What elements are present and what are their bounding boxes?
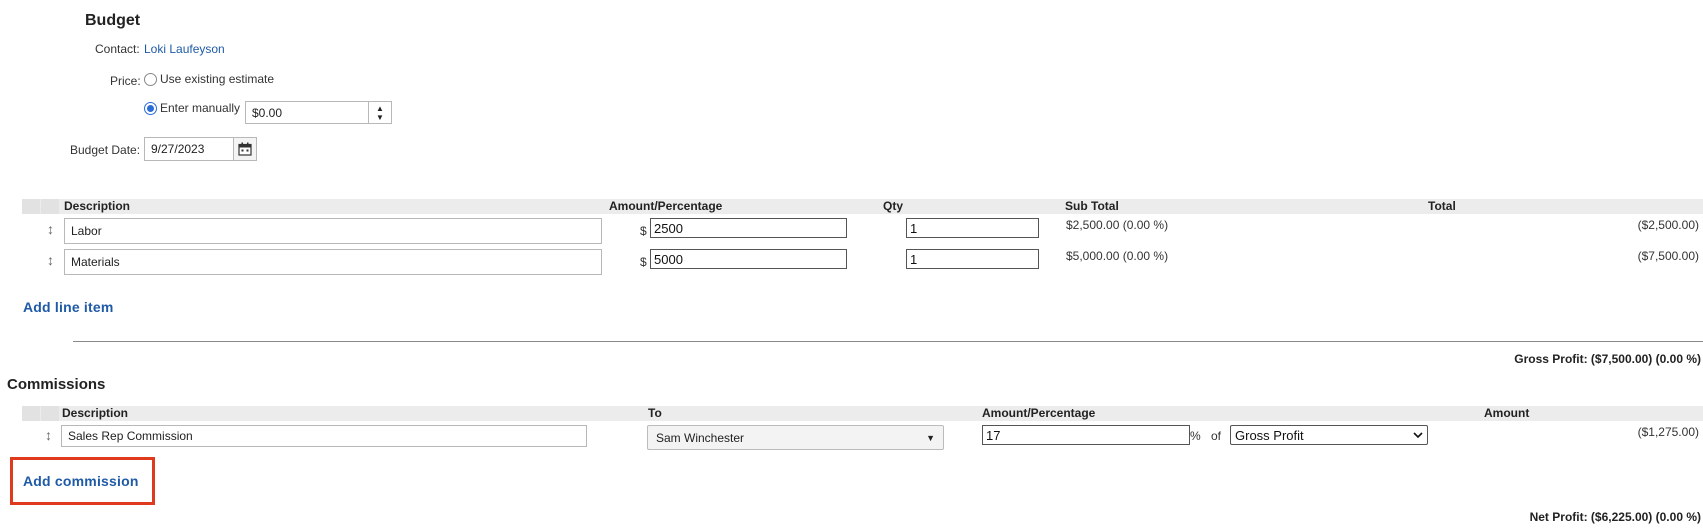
line-subtotal: $5,000.00 (0.00 %) — [1066, 249, 1169, 263]
enter-manually-radio[interactable] — [144, 101, 157, 115]
enter-manually-label: Enter manually — [160, 101, 241, 115]
col-total: Total — [1428, 199, 1456, 213]
line-total: ($7,500.00) — [1637, 249, 1699, 263]
calendar-icon — [238, 142, 252, 156]
gross-profit: Gross Profit: ($7,500.00) (0.00 %) — [1514, 352, 1701, 366]
line-subtotal: $2,500.00 (0.00 %) — [1066, 218, 1169, 232]
budget-date-input[interactable]: 9/27/2023 — [144, 137, 234, 161]
calendar-button[interactable] — [234, 137, 257, 161]
commissions-header: Description To Amount/Percentage Amount — [22, 406, 1703, 421]
col-amount-percentage: Amount/Percentage — [609, 199, 723, 213]
line-total: ($2,500.00) — [1637, 218, 1699, 232]
table-row: ↕ Materials $ 5000 1 $5,000.00 (0.00 %) … — [0, 248, 1703, 276]
line-description-input[interactable]: Labor — [64, 218, 602, 244]
price-option-manual[interactable]: Enter manually — [144, 101, 240, 115]
drag-handle-icon[interactable]: ↕ — [45, 428, 52, 442]
currency-symbol: $ — [640, 224, 647, 238]
manual-price-stepper[interactable]: $0.00 ▲ ▼ — [245, 101, 392, 124]
line-amount-input[interactable]: 5000 — [650, 249, 847, 269]
commission-percentage-input[interactable]: 17 — [982, 425, 1190, 445]
divider — [73, 341, 1703, 342]
contact-label: Contact: — [95, 42, 140, 56]
contact-link[interactable]: Loki Laufeyson — [144, 42, 225, 56]
col-to: To — [648, 406, 662, 420]
percent-sign: % — [1190, 429, 1201, 443]
add-line-item-button[interactable]: Add line item — [23, 299, 114, 315]
existing-estimate-radio[interactable] — [144, 72, 157, 86]
price-spinner[interactable]: ▲ ▼ — [369, 101, 392, 124]
commission-basis-value: Gross Profit — [1235, 427, 1304, 443]
net-profit: Net Profit: ($6,225.00) (0.00 %) — [1529, 510, 1701, 524]
increment-icon[interactable]: ▲ — [376, 104, 384, 113]
price-label: Price: — [110, 74, 141, 88]
table-row: ↕ Sales Rep Commission Sam Winchester ▼ … — [0, 423, 1703, 451]
currency-symbol: $ — [640, 255, 647, 269]
col-commission-description: Description — [62, 406, 129, 420]
commission-recipient-value: Sam Winchester — [656, 430, 745, 445]
line-qty-input[interactable]: 1 — [906, 218, 1039, 238]
chevron-down-icon: ▼ — [926, 432, 935, 443]
line-items-header: Description Amount/Percentage Qty Sub To… — [22, 199, 1703, 214]
line-amount-input[interactable]: 2500 — [650, 218, 847, 238]
budget-title: Budget — [85, 12, 141, 29]
add-commission-button[interactable]: Add commission — [23, 473, 139, 489]
col-description: Description — [64, 199, 131, 213]
price-option-existing[interactable]: Use existing estimate — [144, 72, 274, 86]
commissions-title: Commissions — [7, 376, 106, 393]
line-qty-input[interactable]: 1 — [906, 249, 1039, 269]
budget-date-picker[interactable]: 9/27/2023 — [144, 137, 257, 161]
budget-date-label: Budget Date: — [70, 143, 141, 157]
drag-handle-icon[interactable]: ↕ — [47, 253, 54, 267]
of-label: of — [1211, 429, 1222, 443]
col-sub-total: Sub Total — [1065, 199, 1119, 213]
table-row: ↕ Labor $ 2500 1 $2,500.00 (0.00 %) ($2,… — [0, 217, 1703, 245]
existing-estimate-label: Use existing estimate — [160, 72, 275, 86]
commission-recipient-select[interactable]: Sam Winchester ▼ — [647, 425, 944, 450]
decrement-icon[interactable]: ▼ — [376, 113, 384, 122]
line-description-input[interactable]: Materials — [64, 249, 602, 275]
commission-amount: ($1,275.00) — [1637, 425, 1699, 439]
col-qty: Qty — [883, 199, 904, 213]
commission-description-input[interactable]: Sales Rep Commission — [61, 425, 587, 447]
commission-basis-select[interactable]: Gross Profit — [1230, 425, 1428, 445]
drag-handle-icon[interactable]: ↕ — [47, 222, 54, 236]
manual-price-input[interactable]: $0.00 — [245, 101, 369, 124]
col-amount: Amount — [1484, 406, 1530, 420]
chevron-down-icon — [1413, 431, 1423, 438]
col-commission-amount-percentage: Amount/Percentage — [982, 406, 1096, 420]
